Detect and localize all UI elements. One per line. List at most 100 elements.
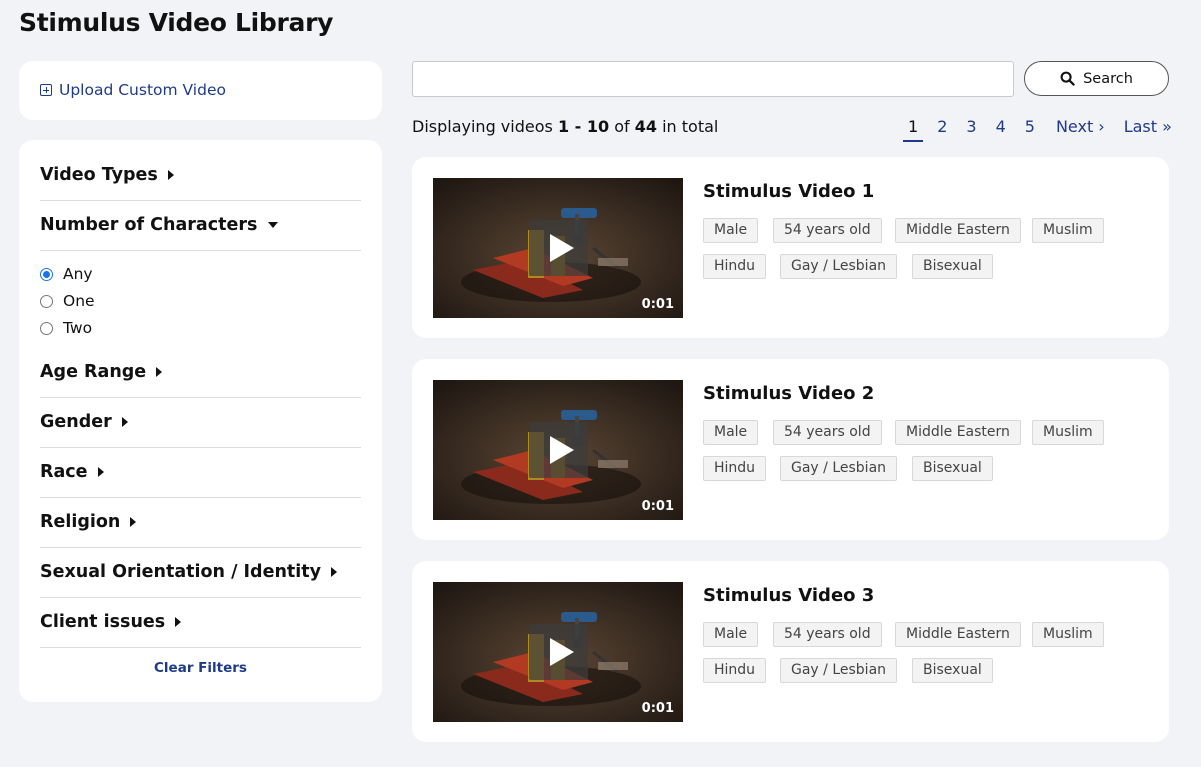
caret-right-icon bbox=[97, 467, 104, 477]
video-thumbnail[interactable]: 0:01 bbox=[433, 380, 683, 520]
tag-badge: Bisexual bbox=[912, 254, 993, 279]
filter-label: Video Types bbox=[40, 165, 158, 185]
tag-badge: Middle Eastern bbox=[895, 420, 1021, 445]
divider bbox=[40, 250, 361, 251]
tag-badge: Muslim bbox=[1032, 420, 1104, 445]
filter-client-issues[interactable]: Client issues bbox=[40, 612, 361, 632]
tag-badge: Gay / Lesbian bbox=[780, 658, 898, 683]
page-2-link[interactable]: 2 bbox=[932, 117, 952, 136]
filter-label: Client issues bbox=[40, 612, 166, 632]
radio-label: Any bbox=[63, 265, 93, 283]
results-total: 44 bbox=[634, 117, 657, 136]
filter-panel: Video Types Number of Characters Any One… bbox=[19, 140, 382, 702]
tag-badge: Male bbox=[703, 420, 759, 445]
filter-sexual-orientation[interactable]: Sexual Orientation / Identity bbox=[40, 562, 361, 582]
video-title[interactable]: Stimulus Video 2 bbox=[703, 383, 874, 404]
play-icon[interactable] bbox=[529, 220, 588, 276]
play-icon[interactable] bbox=[529, 624, 588, 680]
results-range: 1 - 10 bbox=[557, 117, 610, 136]
filter-gender[interactable]: Gender bbox=[40, 412, 361, 432]
page-3-link[interactable]: 3 bbox=[961, 117, 981, 136]
video-duration: 0:01 bbox=[641, 701, 674, 716]
divider bbox=[40, 447, 361, 448]
results-summary: Displaying videos 1 - 10 of 44 in total bbox=[412, 117, 718, 136]
clear-filters-button[interactable]: Clear Filters bbox=[19, 660, 382, 676]
filter-label: Sexual Orientation / Identity bbox=[40, 562, 322, 582]
filter-video-types[interactable]: Video Types bbox=[40, 165, 361, 185]
caret-right-icon bbox=[130, 517, 137, 527]
radio-label: Two bbox=[63, 319, 93, 337]
divider bbox=[40, 597, 361, 598]
filter-religion[interactable]: Religion bbox=[40, 512, 361, 532]
page-4-link[interactable]: 4 bbox=[991, 117, 1011, 136]
radio-option-one[interactable]: One bbox=[40, 292, 95, 310]
filter-label: Race bbox=[40, 462, 88, 482]
tag-badge: 54 years old bbox=[773, 420, 882, 445]
radio-button[interactable] bbox=[40, 321, 53, 335]
video-card: 0:01 Stimulus Video 1 Male 54 years old Mi… bbox=[412, 157, 1169, 338]
search-input[interactable] bbox=[412, 61, 1014, 97]
tag-badge: Male bbox=[703, 218, 759, 243]
divider bbox=[40, 397, 361, 398]
page-title: Stimulus Video Library bbox=[19, 8, 334, 37]
caret-right-icon bbox=[167, 170, 174, 180]
radio-option-two[interactable]: Two bbox=[40, 319, 92, 337]
divider bbox=[40, 200, 361, 201]
video-card: 0:01 Stimulus Video 2 Male 54 years old Mi… bbox=[412, 359, 1169, 540]
video-title[interactable]: Stimulus Video 3 bbox=[703, 585, 874, 606]
tag-badge: Hindu bbox=[703, 658, 767, 683]
filter-label: Number of Characters bbox=[40, 215, 258, 235]
tag-badge: Gay / Lesbian bbox=[780, 456, 898, 481]
video-thumbnail[interactable]: 0:01 bbox=[433, 178, 683, 318]
tag-badge: Bisexual bbox=[912, 658, 993, 683]
page-1-link[interactable]: 1 bbox=[903, 117, 924, 142]
divider bbox=[40, 497, 361, 498]
filter-race[interactable]: Race bbox=[40, 462, 361, 482]
upload-label: Upload Custom Video bbox=[59, 81, 226, 99]
search-button[interactable]: Search bbox=[1024, 61, 1169, 96]
tag-badge: Bisexual bbox=[912, 456, 993, 481]
page-5-link[interactable]: 5 bbox=[1020, 117, 1040, 136]
divider bbox=[40, 547, 361, 548]
tag-badge: Male bbox=[703, 622, 759, 647]
video-title[interactable]: Stimulus Video 1 bbox=[703, 181, 874, 202]
results-suffix: in total bbox=[662, 117, 719, 136]
radio-label: One bbox=[63, 292, 95, 310]
pagination: 1 2 3 4 5 Next › Last » bbox=[903, 117, 1186, 142]
results-of: of bbox=[614, 117, 630, 136]
tag-badge: Middle Eastern bbox=[895, 218, 1021, 243]
tag-badge: Middle Eastern bbox=[895, 622, 1021, 647]
radio-button[interactable] bbox=[40, 294, 53, 308]
tag-badge: Muslim bbox=[1032, 622, 1104, 647]
search-icon bbox=[1060, 71, 1075, 86]
filter-label: Religion bbox=[40, 512, 121, 532]
tag-badge: Gay / Lesbian bbox=[780, 254, 898, 279]
video-thumbnail[interactable]: 0:01 bbox=[433, 582, 683, 722]
next-page-link[interactable]: Next › bbox=[1051, 117, 1110, 136]
caret-right-icon bbox=[121, 417, 128, 427]
caret-down-icon bbox=[268, 222, 279, 228]
filter-label: Gender bbox=[40, 412, 112, 432]
plus-box-icon bbox=[40, 84, 52, 96]
play-icon[interactable] bbox=[529, 422, 588, 478]
upload-custom-video-link[interactable]: Upload Custom Video bbox=[40, 81, 226, 99]
video-duration: 0:01 bbox=[641, 297, 674, 312]
last-page-link[interactable]: Last » bbox=[1119, 117, 1177, 136]
filter-age-range[interactable]: Age Range bbox=[40, 362, 361, 382]
results-prefix: Displaying videos bbox=[412, 117, 553, 136]
tag-badge: 54 years old bbox=[773, 218, 882, 243]
video-card: 0:01 Stimulus Video 3 Male 54 years old Mi… bbox=[412, 561, 1169, 742]
video-duration: 0:01 bbox=[641, 499, 674, 514]
tag-badge: Hindu bbox=[703, 254, 767, 279]
radio-button[interactable] bbox=[40, 267, 53, 281]
radio-option-any[interactable]: Any bbox=[40, 265, 93, 283]
filter-label: Age Range bbox=[40, 362, 147, 382]
upload-card: Upload Custom Video bbox=[19, 61, 382, 120]
caret-right-icon bbox=[175, 617, 182, 627]
divider bbox=[40, 647, 361, 648]
tag-badge: 54 years old bbox=[773, 622, 882, 647]
tag-badge: Muslim bbox=[1032, 218, 1104, 243]
filter-number-of-characters[interactable]: Number of Characters bbox=[40, 215, 361, 235]
search-button-label: Search bbox=[1083, 70, 1133, 87]
caret-right-icon bbox=[331, 567, 338, 577]
